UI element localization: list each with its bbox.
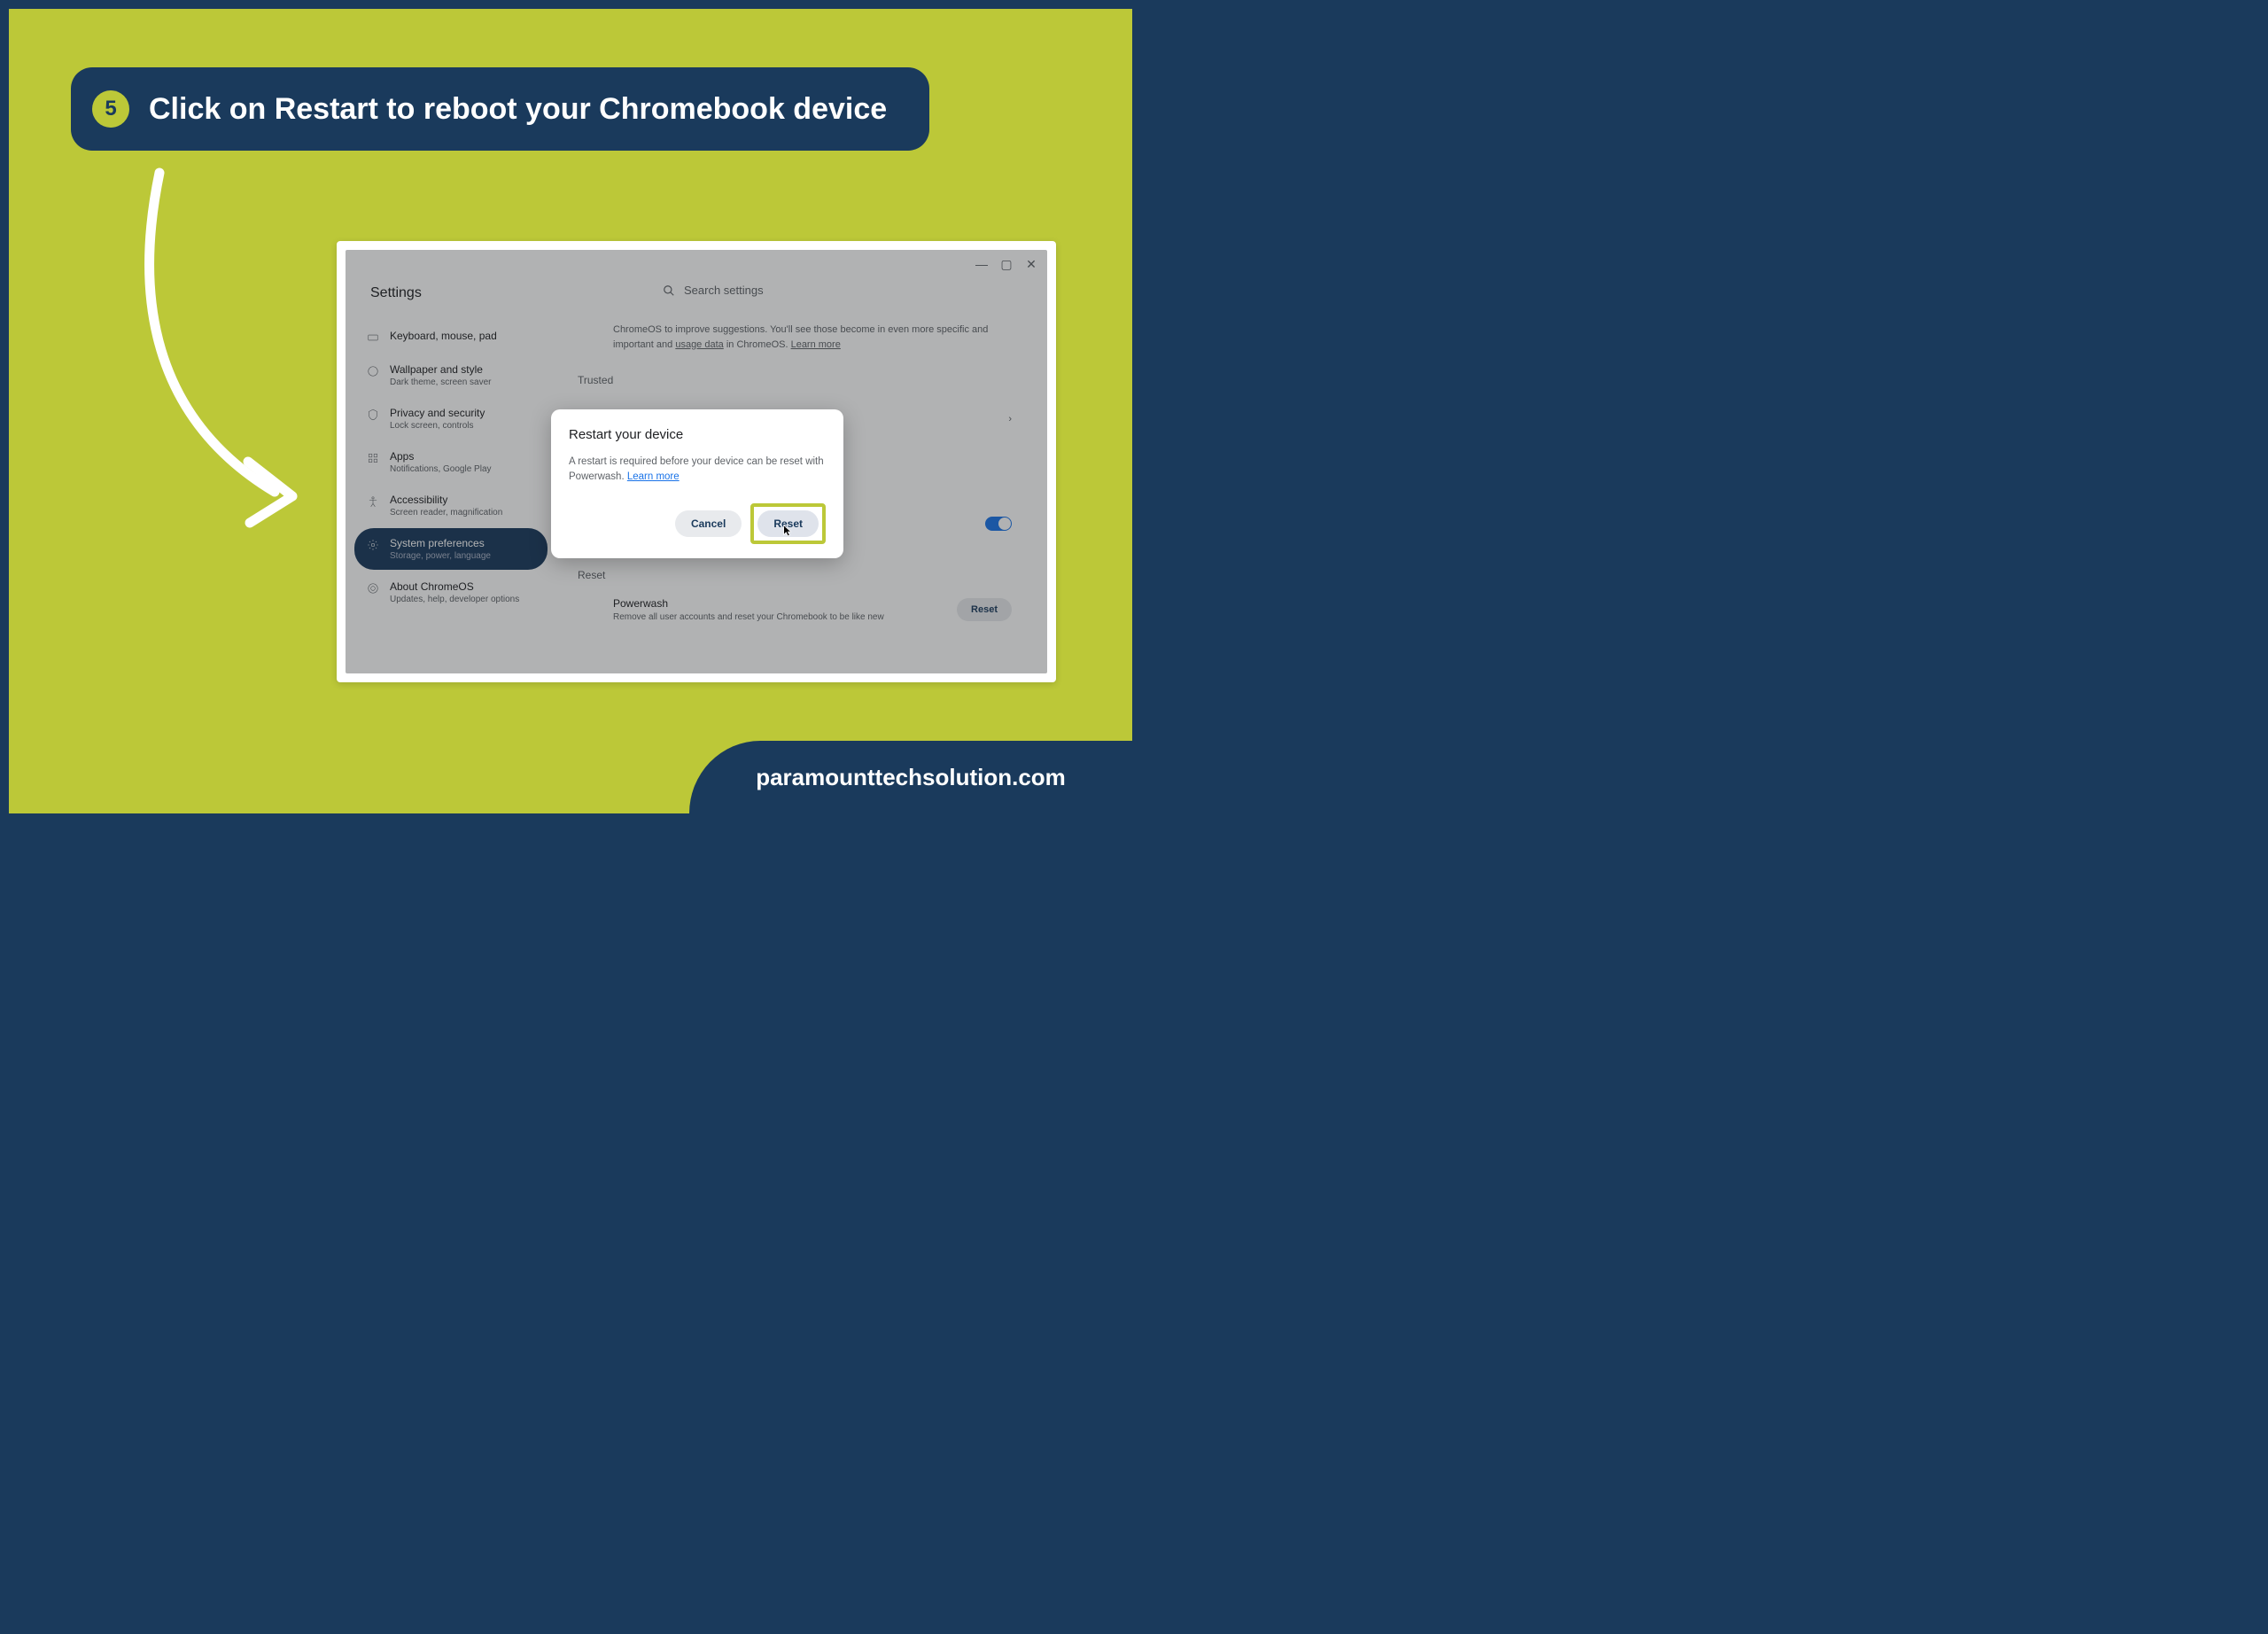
dialog-actions: Cancel Reset [569, 503, 826, 544]
footer-branding: paramounttechsolution.com [689, 741, 1132, 813]
step-banner: 5 Click on Restart to reboot your Chrome… [71, 67, 929, 151]
chromeos-settings-window: — ▢ ✕ Settings Search settings Keyboard,… [346, 250, 1047, 673]
restart-confirm-button[interactable]: Reset [757, 510, 819, 537]
tutorial-canvas: 5 Click on Restart to reboot your Chrome… [9, 9, 1132, 813]
step-instruction: Click on Restart to reboot your Chromebo… [149, 92, 887, 127]
step-number-badge: 5 [92, 90, 129, 128]
dialog-body: A restart is required before your device… [569, 455, 826, 486]
cancel-button[interactable]: Cancel [675, 510, 742, 537]
restart-dialog: Restart your device A restart is require… [551, 409, 843, 558]
dialog-title: Restart your device [569, 427, 826, 442]
screenshot-frame: — ▢ ✕ Settings Search settings Keyboard,… [337, 241, 1056, 682]
dialog-learn-more-link[interactable]: Learn more [627, 471, 680, 482]
arrow-indicator [133, 164, 310, 545]
reset-button-highlight: Reset [750, 503, 826, 544]
cursor-icon [781, 524, 796, 538]
footer-url: paramounttechsolution.com [756, 764, 1066, 791]
